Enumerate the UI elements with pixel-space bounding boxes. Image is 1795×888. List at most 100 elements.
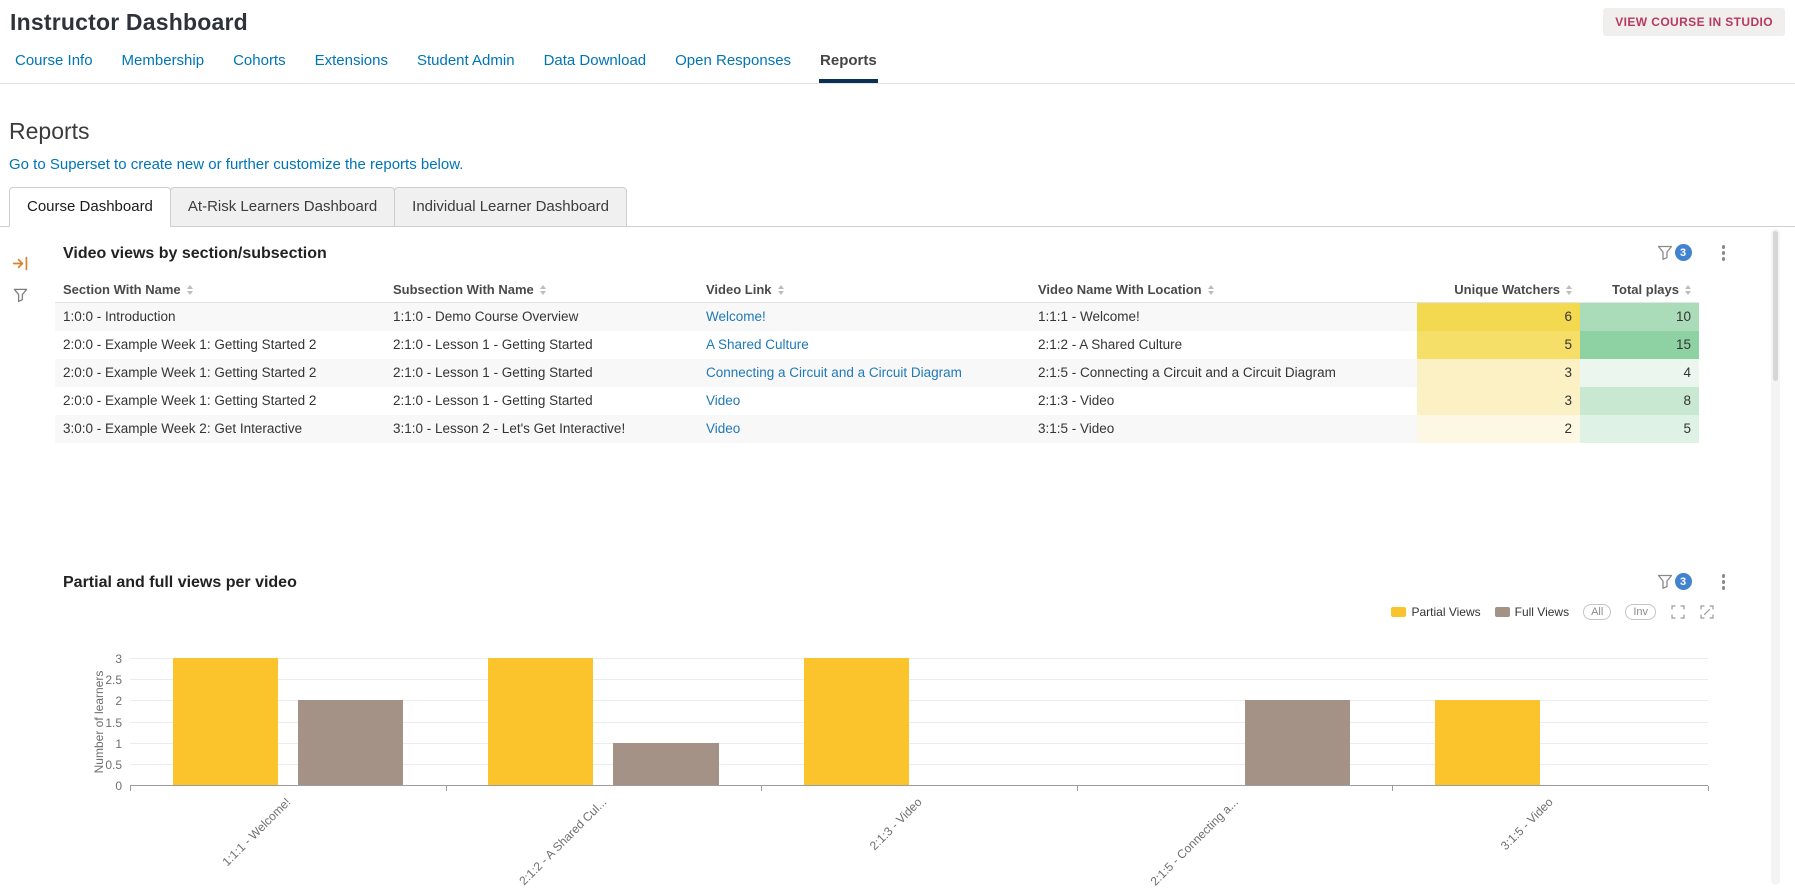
sort-arrows-icon [1208, 285, 1214, 295]
sort-arrows-icon [540, 285, 546, 295]
y-tick-label: 1 [76, 737, 122, 751]
legend-swatch [1391, 607, 1406, 617]
video-link[interactable]: Connecting a Circuit and a Circuit Diagr… [706, 365, 962, 380]
table-row: 1:0:0 - Introduction 1:1:0 - Demo Course… [55, 303, 1699, 332]
column-label: Unique Watchers [1454, 282, 1560, 297]
bar-chart-plot-area: 00.511.522.531:1:1 - Welcome!2:1:2 - A S… [130, 658, 1708, 786]
column-label: Total plays [1612, 282, 1679, 297]
video-link[interactable]: Video [706, 421, 740, 436]
view-course-in-studio-button[interactable]: VIEW COURSE IN STUDIO [1603, 8, 1785, 36]
superset-link[interactable]: Go to Superset to create new or further … [9, 156, 463, 174]
funnel-icon [1657, 245, 1673, 260]
cell-subsection: 2:1:0 - Lesson 1 - Getting Started [385, 359, 698, 387]
nav-item-cohorts[interactable]: Cohorts [232, 42, 287, 83]
video-views-card-header: Video views by section/subsection 3 [40, 243, 1795, 265]
sort-arrows-icon [187, 285, 193, 295]
dashboard-content: Video views by section/subsection 3 [40, 227, 1795, 887]
column-header-video-link[interactable]: Video Link [698, 277, 1030, 303]
legend-item-full-views[interactable]: Full Views [1495, 605, 1569, 619]
x-axis-tick [761, 786, 762, 791]
nav-item-extensions[interactable]: Extensions [314, 42, 389, 83]
nav-item-data-download[interactable]: Data Download [543, 42, 648, 83]
tab-course-dashboard[interactable]: Course Dashboard [9, 187, 171, 227]
tab-individual-learner-dashboard[interactable]: Individual Learner Dashboard [394, 187, 627, 227]
tab-at-risk-learners-dashboard[interactable]: At-Risk Learners Dashboard [170, 187, 395, 227]
cell-subsection: 2:1:0 - Lesson 1 - Getting Started [385, 387, 698, 415]
chart-legend: Partial Views Full Views All Inv [1391, 604, 1714, 620]
legend-inverse-button[interactable]: Inv [1625, 604, 1656, 620]
gridline [130, 679, 1708, 680]
column-header-section[interactable]: Section With Name [55, 277, 385, 303]
x-tick-label: 2:1:5 - Connecting a... [1147, 795, 1240, 888]
column-header-video-name[interactable]: Video Name With Location [1030, 277, 1417, 303]
card-controls: 3 [1657, 572, 1728, 592]
cell-section: 1:0:0 - Introduction [55, 303, 385, 332]
filter-rail [0, 227, 40, 887]
kebab-menu-icon[interactable] [1720, 243, 1728, 263]
chart-card-header: Partial and full views per video 3 [40, 572, 1795, 594]
cell-video-link: Welcome! [698, 303, 1030, 332]
brush-select-icon[interactable] [1670, 605, 1685, 620]
cell-video-name: 2:1:3 - Video [1030, 387, 1417, 415]
cell-video-link: Video [698, 387, 1030, 415]
bar-full-views [298, 700, 403, 785]
scrollbar-thumb[interactable] [1773, 231, 1778, 381]
column-header-subsection[interactable]: Subsection With Name [385, 277, 698, 303]
cell-unique-watchers: 3 [1417, 359, 1580, 387]
sort-arrows-icon [778, 285, 784, 295]
cell-total-plays: 15 [1580, 331, 1699, 359]
legend-item-partial-views[interactable]: Partial Views [1391, 605, 1480, 619]
nav-item-membership[interactable]: Membership [121, 42, 206, 83]
video-views-card: Video views by section/subsection 3 [40, 227, 1795, 443]
bar-full-views [1245, 700, 1350, 785]
cell-video-link: Connecting a Circuit and a Circuit Diagr… [698, 359, 1030, 387]
embedded-dashboard: Video views by section/subsection 3 [0, 227, 1795, 887]
legend-select-all-button[interactable]: All [1583, 604, 1611, 620]
brush-clear-icon[interactable] [1699, 605, 1714, 620]
applied-filters-indicator[interactable]: 3 [1657, 244, 1692, 261]
column-header-unique-watchers[interactable]: Unique Watchers [1417, 277, 1580, 303]
rail-filter-button[interactable] [10, 285, 30, 305]
x-tick-label: 2:1:3 - Video [867, 795, 925, 853]
partial-full-views-card: Partial and full views per video 3 [40, 558, 1795, 888]
column-label: Subsection With Name [393, 282, 534, 297]
nav-item-open-responses[interactable]: Open Responses [674, 42, 792, 83]
cell-video-name: 1:1:1 - Welcome! [1030, 303, 1417, 332]
video-link[interactable]: A Shared Culture [706, 337, 809, 352]
legend-label: Partial Views [1411, 605, 1480, 619]
cell-unique-watchers: 6 [1417, 303, 1580, 332]
nav-item-student-admin[interactable]: Student Admin [416, 42, 516, 83]
filter-count-badge: 3 [1675, 244, 1692, 261]
sort-arrows-icon [1685, 285, 1691, 295]
cell-section: 3:0:0 - Example Week 2: Get Interactive [55, 415, 385, 443]
x-axis-tick [1077, 786, 1078, 791]
y-tick-label: 0.5 [76, 758, 122, 772]
nav-item-course-info[interactable]: Course Info [14, 42, 94, 83]
table-header-row: Section With Name Subsection With Name V… [55, 277, 1699, 303]
y-tick-label: 2 [76, 694, 122, 708]
dashboard-tabs: Course Dashboard At-Risk Learners Dashbo… [0, 187, 1795, 227]
filter-count-badge: 3 [1675, 573, 1692, 590]
cell-subsection: 2:1:0 - Lesson 1 - Getting Started [385, 331, 698, 359]
cell-subsection: 3:1:0 - Lesson 2 - Let's Get Interactive… [385, 415, 698, 443]
x-tick-label: 2:1:2 - A Shared Cul... [516, 795, 609, 888]
page-title: Instructor Dashboard [10, 8, 248, 36]
scrollbar[interactable] [1771, 229, 1780, 885]
video-views-card-title: Video views by section/subsection [63, 243, 327, 265]
column-header-total-plays[interactable]: Total plays [1580, 277, 1699, 303]
cell-total-plays: 8 [1580, 387, 1699, 415]
nav-item-reports[interactable]: Reports [819, 42, 878, 83]
cell-video-link: Video [698, 415, 1030, 443]
table-row: 2:0:0 - Example Week 1: Getting Started … [55, 359, 1699, 387]
bar-partial-views [173, 658, 278, 785]
applied-filters-indicator[interactable]: 3 [1657, 573, 1692, 590]
kebab-menu-icon[interactable] [1720, 572, 1728, 592]
video-link[interactable]: Video [706, 393, 740, 408]
video-link[interactable]: Welcome! [706, 309, 766, 324]
cell-section: 2:0:0 - Example Week 1: Getting Started … [55, 387, 385, 415]
expand-filter-bar-button[interactable] [10, 253, 30, 273]
bar-full-views [613, 743, 718, 785]
y-tick-label: 0 [76, 779, 122, 793]
card-controls: 3 [1657, 243, 1728, 263]
cell-video-link: A Shared Culture [698, 331, 1030, 359]
